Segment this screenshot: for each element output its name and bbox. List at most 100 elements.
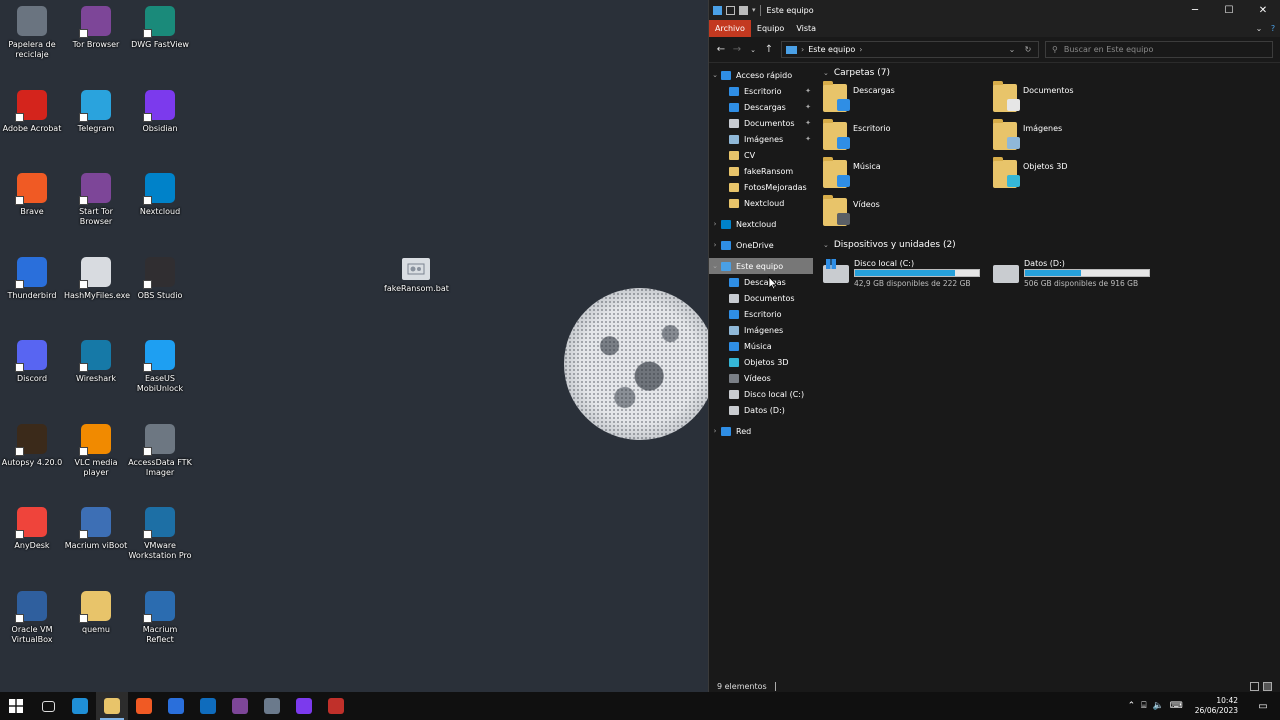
start-button[interactable] (0, 692, 32, 720)
desktop-shortcut[interactable]: Wireshark (64, 340, 128, 384)
fakeransom-bat-shortcut[interactable]: fakeRansom.bat (384, 258, 449, 294)
breadcrumb-chevron-icon[interactable]: › (859, 45, 862, 54)
new-folder-icon[interactable] (739, 5, 748, 15)
back-button[interactable]: ← (713, 44, 729, 55)
address-bar[interactable]: › Este equipo › ⌄ ↻ (781, 41, 1039, 58)
close-button[interactable]: ✕ (1246, 0, 1280, 20)
taskbar-app-button[interactable] (64, 692, 96, 720)
search-input[interactable]: ⚲ Buscar en Este equipo (1045, 41, 1273, 58)
folder-item[interactable]: Vídeos (823, 195, 993, 231)
desktop-shortcut[interactable]: OBS Studio (128, 256, 192, 301)
taskbar-app-button[interactable] (160, 692, 192, 720)
large-icons-view-icon[interactable] (1263, 681, 1272, 691)
taskbar-app-button[interactable] (32, 692, 64, 720)
help-icon[interactable]: ? (1266, 24, 1280, 33)
file-explorer-window[interactable]: ▾ Este equipo ─ ☐ ✕ Archivo Equipo Vista… (708, 0, 1280, 694)
chevron-right-icon[interactable]: › (709, 427, 721, 435)
desktop-shortcut[interactable]: Papelera de reciclaje (0, 6, 64, 60)
desktop-shortcut[interactable]: AccessData FTK Imager (128, 423, 192, 478)
desktop-shortcut[interactable]: Macrium Reflect (128, 590, 192, 645)
drives-section-header[interactable]: ⌄ Dispositivos y unidades (2) (823, 237, 1272, 253)
nav-item[interactable]: Documentos (709, 290, 813, 306)
nav-item[interactable]: › Nextcloud (709, 216, 813, 232)
folder-item[interactable]: Objetos 3D (993, 157, 1163, 193)
nav-item[interactable]: Escritorio (709, 306, 813, 322)
chevron-right-icon[interactable]: › (709, 220, 721, 228)
taskbar-app-button[interactable] (192, 692, 224, 720)
breadcrumb-chevron-icon[interactable]: › (801, 45, 804, 54)
desktop-shortcut[interactable]: Start Tor Browser (64, 173, 128, 227)
nav-item[interactable]: Disco local (C:) (709, 386, 813, 402)
desktop-shortcut[interactable]: DWG FastView (128, 6, 192, 50)
nav-item[interactable]: CV (709, 147, 813, 163)
chevron-right-icon[interactable]: › (709, 241, 721, 249)
forward-button[interactable]: → (729, 44, 745, 55)
breadcrumb-this-pc[interactable]: Este equipo (808, 45, 855, 54)
desktop-shortcut[interactable]: Adobe Acrobat (0, 89, 64, 134)
folder-item[interactable]: Imágenes (993, 119, 1163, 155)
desktop-shortcut[interactable]: Autopsy 4.20.0 (0, 423, 64, 468)
nav-item[interactable]: Datos (D:) (709, 402, 813, 418)
nav-item[interactable]: Música (709, 338, 813, 354)
nav-item[interactable]: Nextcloud (709, 195, 813, 211)
chevron-down-icon[interactable]: ⌄ (709, 262, 721, 270)
desktop-shortcut[interactable]: quemu (64, 590, 128, 635)
nav-item[interactable]: Escritorio ✦ (709, 83, 813, 99)
nav-item[interactable]: Imágenes (709, 322, 813, 338)
folder-item[interactable]: Escritorio (823, 119, 993, 155)
desktop-shortcut[interactable]: VMware Workstation Pro (128, 507, 192, 561)
taskbar-app-button[interactable] (256, 692, 288, 720)
tab-archivo[interactable]: Archivo (709, 20, 751, 37)
desktop-shortcut[interactable]: Thunderbird (0, 256, 64, 301)
nav-item[interactable]: fakeRansom (709, 163, 813, 179)
chevron-down-icon[interactable]: ⌄ (823, 241, 829, 249)
desktop-shortcut[interactable]: AnyDesk (0, 507, 64, 551)
desktop-shortcut[interactable]: Obsidian (128, 89, 192, 134)
taskbar-app-button[interactable] (320, 692, 352, 720)
nav-item[interactable]: Documentos ✦ (709, 115, 813, 131)
recent-locations-icon[interactable]: ⌄ (745, 46, 761, 54)
taskbar-app-button[interactable] (224, 692, 256, 720)
folder-item[interactable]: Música (823, 157, 993, 193)
chevron-down-icon[interactable]: ⌄ (709, 71, 721, 79)
nav-item[interactable]: FotosMejoradas (709, 179, 813, 195)
drive-item[interactable]: Datos (D:) 506 GB disponibles de 916 GB (993, 259, 1163, 288)
desktop-shortcut[interactable]: HashMyFiles.exe (64, 256, 130, 301)
taskbar-app-button[interactable] (96, 692, 128, 720)
properties-icon[interactable] (726, 5, 735, 15)
nav-item[interactable]: Objetos 3D (709, 354, 813, 370)
desktop-shortcut[interactable]: Telegram (64, 89, 128, 134)
taskbar-app-button[interactable] (128, 692, 160, 720)
keyboard-icon[interactable]: ⌨ (1170, 701, 1183, 711)
window-titlebar[interactable]: ▾ Este equipo ─ ☐ ✕ (709, 0, 1280, 20)
desktop-shortcut[interactable]: Nextcloud (128, 173, 192, 217)
folder-item[interactable]: Descargas (823, 81, 993, 117)
desktop-shortcut[interactable]: Discord (0, 340, 64, 384)
expand-ribbon-icon[interactable]: ⌄ (1252, 24, 1266, 33)
nav-item[interactable]: ⌄ Este equipo (709, 258, 813, 274)
nav-item[interactable]: › OneDrive (709, 237, 813, 253)
nav-item[interactable]: Descargas (709, 274, 813, 290)
refresh-icon[interactable]: ↻ (1022, 45, 1034, 54)
volume-icon[interactable]: 🔈 (1153, 701, 1164, 711)
drive-item[interactable]: Disco local (C:) 42,9 GB disponibles de 2… (823, 259, 993, 288)
nav-item[interactable]: ⌄ Acceso rápido (709, 67, 813, 83)
network-icon[interactable]: ⌸ (1141, 701, 1146, 711)
nav-item[interactable]: Imágenes ✦ (709, 131, 813, 147)
up-button[interactable]: ↑ (761, 44, 777, 55)
details-view-icon[interactable] (1250, 681, 1259, 691)
maximize-button[interactable]: ☐ (1212, 0, 1246, 20)
notifications-icon[interactable]: ▭ (1250, 701, 1276, 712)
chevron-up-icon[interactable]: ⌃ (1128, 701, 1136, 711)
desktop-shortcut[interactable]: Oracle VM VirtualBox (0, 590, 64, 645)
desktop-shortcut[interactable]: Macrium viBoot (64, 507, 128, 551)
tab-equipo[interactable]: Equipo (751, 20, 790, 37)
minimize-button[interactable]: ─ (1178, 0, 1212, 20)
folder-item[interactable]: Documentos (993, 81, 1163, 117)
address-dropdown-icon[interactable]: ⌄ (1006, 45, 1018, 54)
desktop-shortcut[interactable]: EaseUS MobiUnlock (128, 340, 192, 394)
chevron-down-icon[interactable]: ⌄ (823, 69, 829, 77)
folders-section-header[interactable]: ⌄ Carpetas (7) (823, 65, 1272, 81)
nav-item[interactable]: › Red (709, 423, 813, 439)
desktop-shortcut[interactable]: Brave (0, 173, 64, 217)
